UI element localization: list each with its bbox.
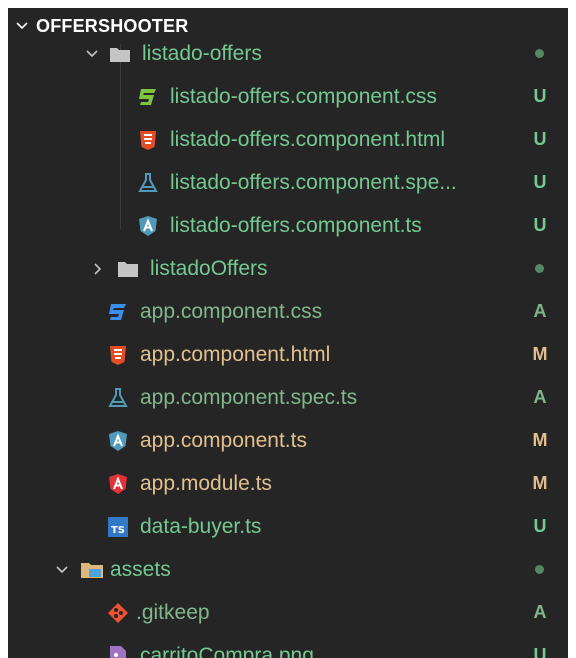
tree-item-label: data-buyer.ts bbox=[140, 514, 262, 538]
chevron-right-icon[interactable] bbox=[90, 261, 106, 277]
tree-file-listado-offers-html[interactable]: listado-offers.component.html U bbox=[8, 118, 568, 161]
tree-file-app-component-spec[interactable]: app.component.spec.ts A bbox=[8, 376, 568, 419]
git-status-badge: A bbox=[533, 602, 547, 622]
angular-component-icon bbox=[106, 429, 130, 453]
file-explorer: OFFERSHOOTER listado-offers listado-offe… bbox=[8, 8, 568, 658]
tree-file-carritoCompra-png[interactable]: carritoCompra.png U bbox=[8, 634, 568, 658]
git-status-badge: M bbox=[532, 473, 548, 493]
html-icon bbox=[136, 128, 160, 152]
folder-assets-icon bbox=[80, 558, 104, 582]
tree-file-listado-offers-css[interactable]: listado-offers.component.css U bbox=[8, 75, 568, 118]
tree-file-app-module-ts[interactable]: app.module.ts M bbox=[8, 462, 568, 505]
git-status-badge: M bbox=[532, 430, 548, 450]
tree-file-app-component-html[interactable]: app.component.html M bbox=[8, 333, 568, 376]
svg-text:TS: TS bbox=[111, 525, 125, 536]
tree-folder-assets[interactable]: assets bbox=[8, 548, 568, 591]
image-icon bbox=[106, 644, 130, 658]
tree-item-label: app.component.ts bbox=[140, 428, 307, 452]
git-icon bbox=[106, 601, 130, 625]
tree-item-label: app.component.spec.ts bbox=[140, 385, 358, 409]
tree-item-label: assets bbox=[110, 557, 171, 581]
tree-item-label: app.module.ts bbox=[140, 471, 272, 495]
tree-file-app-component-ts[interactable]: app.component.ts M bbox=[8, 419, 568, 462]
chevron-down-icon[interactable] bbox=[54, 562, 70, 578]
tree-item-label: listado-offers.component.spe... bbox=[170, 170, 457, 194]
git-status-badge: U bbox=[533, 215, 547, 235]
tree-file-listado-offers-ts[interactable]: listado-offers.component.ts U bbox=[8, 204, 568, 247]
typescript-icon: TS bbox=[106, 515, 130, 539]
chevron-down-icon[interactable] bbox=[84, 46, 100, 62]
tree-file-gitkeep[interactable]: .gitkeep A bbox=[8, 591, 568, 634]
tree-item-label: listado-offers.component.html bbox=[170, 127, 446, 151]
css-icon bbox=[106, 300, 130, 324]
git-status-badge: U bbox=[533, 86, 547, 106]
tree-item-label: listado-offers bbox=[142, 41, 262, 65]
angular-component-icon bbox=[136, 214, 160, 238]
git-status-badge: U bbox=[533, 516, 547, 536]
test-flask-icon bbox=[106, 386, 130, 410]
folder-icon bbox=[116, 257, 140, 281]
angular-module-icon bbox=[106, 472, 130, 496]
tree-item-label: listadoOffers bbox=[150, 256, 268, 280]
tree-item-label: carritoCompra.png bbox=[140, 643, 314, 658]
git-status-badge: U bbox=[533, 172, 547, 192]
git-status-badge: U bbox=[533, 129, 547, 149]
css-icon bbox=[136, 85, 160, 109]
modified-dot bbox=[535, 49, 544, 58]
tree-file-app-component-css[interactable]: app.component.css A bbox=[8, 290, 568, 333]
modified-dot bbox=[535, 565, 544, 574]
folder-open-icon bbox=[108, 42, 132, 66]
tree-file-listado-offers-spec[interactable]: listado-offers.component.spe... U bbox=[8, 161, 568, 204]
tree-item-label: .gitkeep bbox=[136, 600, 210, 624]
tree-file-data-buyer-ts[interactable]: TS data-buyer.ts U bbox=[8, 505, 568, 548]
tree-item-label: listado-offers.component.ts bbox=[170, 213, 422, 237]
test-flask-icon bbox=[136, 171, 160, 195]
modified-dot bbox=[535, 264, 544, 273]
git-status-badge: A bbox=[533, 301, 547, 321]
tree-folder-listadoOffers[interactable]: listadoOffers bbox=[8, 247, 568, 290]
git-status-badge: M bbox=[532, 344, 548, 364]
tree-folder-listado-offers[interactable]: listado-offers bbox=[8, 32, 568, 75]
tree-item-label: listado-offers.component.css bbox=[170, 84, 437, 108]
git-status-badge: U bbox=[533, 645, 547, 658]
html-icon bbox=[106, 343, 130, 367]
tree-item-label: app.component.css bbox=[140, 299, 323, 323]
git-status-badge: A bbox=[533, 387, 547, 407]
tree-item-label: app.component.html bbox=[140, 342, 331, 366]
